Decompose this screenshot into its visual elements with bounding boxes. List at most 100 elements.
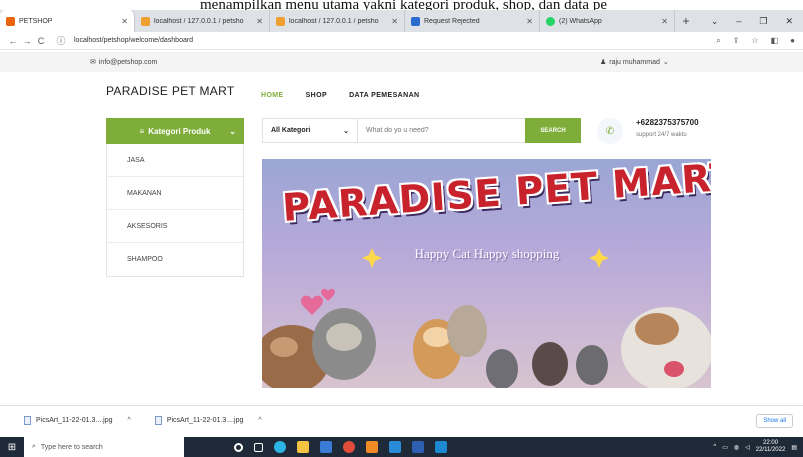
download-item[interactable]: PicsArt_11-22-01.3....jpg ^ <box>0 416 141 425</box>
chevron-down-icon[interactable]: ⌄ <box>711 16 719 27</box>
star-icon[interactable]: ☆ <box>751 36 758 46</box>
close-icon[interactable]: ✕ <box>121 17 128 26</box>
tab-phpmyadmin-2[interactable]: localhost / 127.0.0.1 / petsho ✕ <box>270 10 405 32</box>
screen: menampilkan menu utama yakni kategori pr… <box>0 0 803 457</box>
chevron-down-icon: ⌄ <box>343 127 349 135</box>
windows-taskbar: ⊞ ⌕ Type here to search ^ ▭ ◍ ◁ 22:00 22… <box>0 437 803 457</box>
tab-whatsapp[interactable]: (2) WhatsApp ✕ <box>540 10 675 32</box>
category-item-makanan[interactable]: MAKANAN <box>107 177 243 210</box>
phpmyadmin-favicon-icon <box>141 16 150 26</box>
chevron-up-icon[interactable]: ^ <box>258 417 261 424</box>
category-item-shampoo[interactable]: SHAMPOO <box>107 243 243 276</box>
download-item[interactable]: PicsArt_11-22-01.3....jpg ^ <box>141 416 272 425</box>
petshop-favicon-icon <box>6 16 15 26</box>
notification-icon[interactable]: ▤ <box>791 444 797 451</box>
tab-petshop[interactable]: PETSHOP ✕ <box>0 10 135 32</box>
chevron-down-icon: ⌄ <box>662 59 669 66</box>
search-form: All Kategori ⌄ SEARCH <box>262 118 581 143</box>
store-icon[interactable] <box>320 441 332 453</box>
vscode-icon[interactable] <box>389 441 401 453</box>
main-menu: HOME SHOP DATA PEMESANAN <box>261 92 419 99</box>
banner-subtitle: Happy Cat Happy shopping <box>414 246 560 261</box>
maximize-icon[interactable]: ❐ <box>759 16 767 27</box>
clock[interactable]: 22:00 22/11/2022 <box>756 440 786 454</box>
email-contact: ✉ info@petshop.com <box>90 58 157 67</box>
site-info-bar: ✉ info@petshop.com ♟ raju muhammad ⌄ <box>0 52 803 72</box>
address-bar: ← → C ⓘ localhost/petshop/welcome/dashbo… <box>0 32 803 50</box>
show-all-button[interactable]: Show all <box>756 414 793 428</box>
windows-start-icon[interactable]: ⊞ <box>0 442 24 453</box>
phone-number: +6282375375700 <box>636 118 699 127</box>
word-icon[interactable] <box>412 441 424 453</box>
battery-icon[interactable]: ▭ <box>722 444 728 451</box>
download-filename: PicsArt_11-22-01.3....jpg <box>166 417 244 424</box>
image-file-icon <box>154 416 162 425</box>
minimize-icon[interactable]: – <box>736 16 741 26</box>
menu-home[interactable]: HOME <box>261 92 284 99</box>
category-list: JASA MAKANAN AKSESORIS SHAMPOO <box>106 144 244 277</box>
category-item-jasa[interactable]: JASA <box>107 144 243 177</box>
whatsapp-favicon-icon <box>546 16 555 26</box>
cortana-icon[interactable] <box>234 442 243 452</box>
taskbar-apps <box>184 441 447 453</box>
system-tray: ^ ▭ ◍ ◁ 22:00 22/11/2022 ▤ <box>713 437 797 457</box>
hero-banner: PARADISE PET MART Happy Cat Happy shoppi… <box>262 159 711 388</box>
new-tab-button[interactable]: + <box>675 10 697 32</box>
chevron-up-icon[interactable]: ^ <box>713 444 716 450</box>
file-explorer-icon[interactable] <box>297 441 309 453</box>
tab-label: localhost / 127.0.0.1 / petsho <box>289 17 379 25</box>
window-controls: ⌄ – ❐ ✕ <box>711 10 803 32</box>
back-arrow-icon[interactable]: ← <box>6 36 20 46</box>
edge-icon[interactable] <box>274 441 286 453</box>
site-logo[interactable]: PARADISE PET MART <box>106 84 234 98</box>
support-text: support 24/7 waktu <box>636 132 687 138</box>
taskbar-search[interactable]: ⌕ Type here to search <box>24 437 184 457</box>
close-icon[interactable]: ✕ <box>256 17 263 26</box>
search-icon: ⌕ <box>32 443 36 450</box>
downloads-bar: PicsArt_11-22-01.3....jpg ^ PicsArt_11-2… <box>0 405 803 435</box>
user-menu[interactable]: ♟ raju muhammad ⌄ <box>600 58 669 67</box>
volume-icon[interactable]: ◁ <box>745 444 750 451</box>
category-item-aksesoris[interactable]: AKSESORIS <box>107 210 243 243</box>
search-input[interactable] <box>358 127 525 134</box>
download-filename: PicsArt_11-22-01.3....jpg <box>36 417 113 424</box>
category-select[interactable]: All Kategori ⌄ <box>263 119 358 142</box>
category-header-label: Kategori Produk <box>148 126 211 136</box>
link-favicon-icon <box>411 16 420 26</box>
search-button[interactable]: SEARCH <box>525 118 581 143</box>
hamburger-icon: ≡ <box>139 126 145 136</box>
app-icon[interactable] <box>435 441 447 453</box>
close-window-icon[interactable]: ✕ <box>785 16 793 27</box>
tab-label: (2) WhatsApp <box>559 17 602 25</box>
menu-data-pemesanan[interactable]: DATA PEMESANAN <box>349 92 419 99</box>
network-icon[interactable]: ◍ <box>734 444 739 451</box>
share-icon[interactable]: ⇪ <box>733 36 740 46</box>
reload-icon[interactable]: C <box>34 36 48 46</box>
profile-icon[interactable]: ● <box>790 36 795 46</box>
browser-tab-strip: PETSHOP ✕ localhost / 127.0.0.1 / petsho… <box>0 10 803 32</box>
xampp-icon[interactable] <box>366 441 378 453</box>
close-icon[interactable]: ✕ <box>391 17 398 26</box>
close-icon[interactable]: ✕ <box>526 17 533 26</box>
phpmyadmin-favicon-icon <box>276 16 285 26</box>
tab-request-rejected[interactable]: Request Rejected ✕ <box>405 10 540 32</box>
forward-arrow-icon[interactable]: → <box>20 36 34 46</box>
user-icon: ♟ <box>600 59 607 66</box>
zoom-icon[interactable]: ⌕ <box>716 36 720 46</box>
chevron-up-icon[interactable]: ^ <box>128 417 131 424</box>
clock-time: 22:00 <box>763 440 779 446</box>
user-name: raju muhammad <box>609 58 660 66</box>
envelope-icon: ✉ <box>90 59 96 66</box>
category-toggle[interactable]: ≡ Kategori Produk ⌄ <box>106 118 244 144</box>
taskbar-search-placeholder: Type here to search <box>40 443 103 451</box>
clock-date: 22/11/2022 <box>755 447 786 453</box>
tab-label: localhost / 127.0.0.1 / petsho <box>154 17 244 25</box>
task-view-icon[interactable] <box>254 442 263 452</box>
sidebar-icon[interactable]: ◧ <box>771 36 779 46</box>
tab-phpmyadmin-1[interactable]: localhost / 127.0.0.1 / petsho ✕ <box>135 10 270 32</box>
menu-shop[interactable]: SHOP <box>306 92 327 99</box>
close-icon[interactable]: ✕ <box>661 17 668 26</box>
url-field[interactable]: localhost/petshop/welcome/dashboard <box>74 37 193 44</box>
chrome-icon[interactable] <box>343 441 355 453</box>
info-icon: ⓘ <box>56 36 66 46</box>
